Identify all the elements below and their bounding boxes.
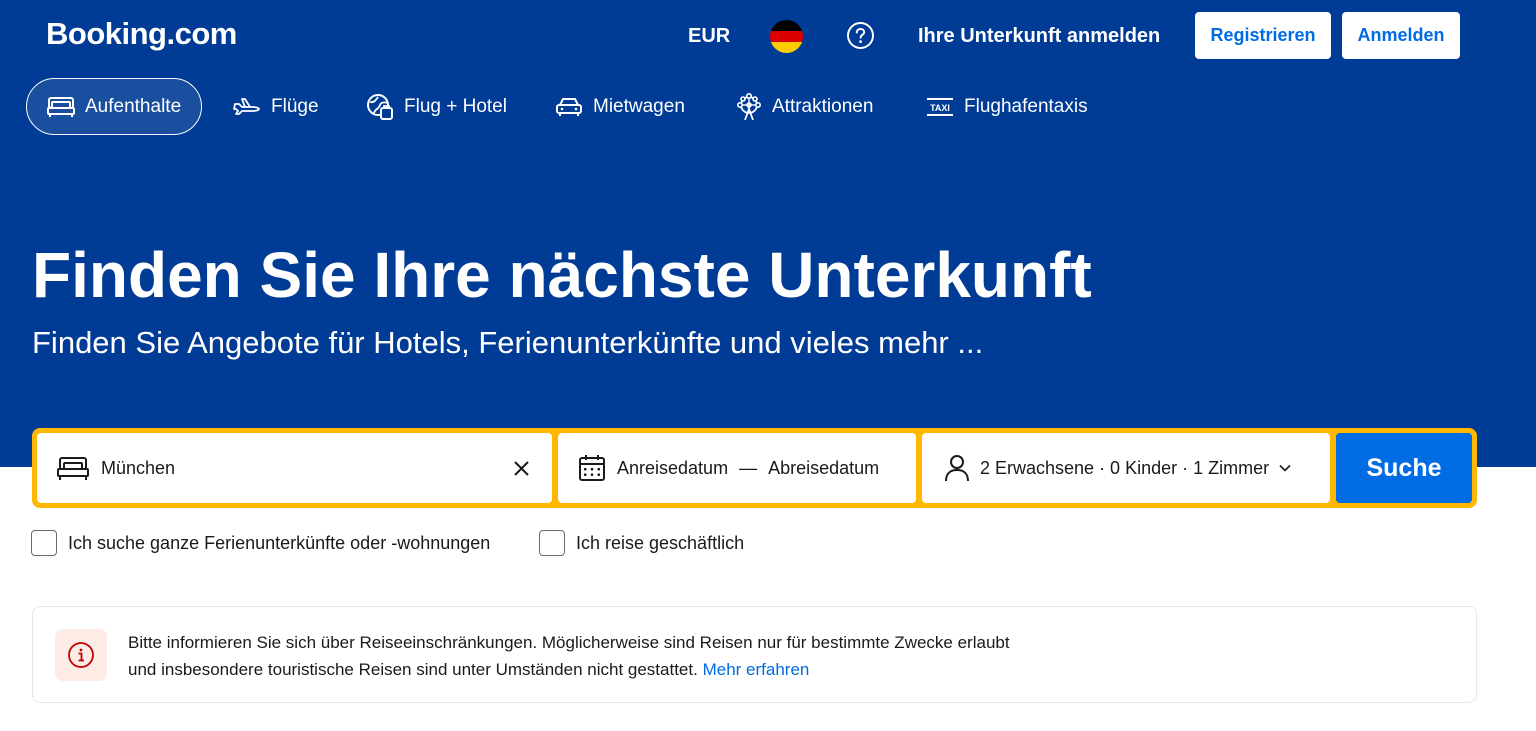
- business-label[interactable]: Ich reise geschäftlich: [576, 531, 744, 555]
- question-circle-icon[interactable]: [846, 21, 875, 50]
- date-separator: —: [739, 458, 758, 478]
- notice-line-1: Bitte informieren Sie sich über Reiseein…: [128, 633, 1010, 652]
- info-circle-icon: [68, 642, 94, 668]
- whole-homes-label[interactable]: Ich suche ganze Ferienunterkünfte oder -…: [68, 531, 490, 555]
- tab-flight-hotel[interactable]: Flug + Hotel: [346, 78, 527, 135]
- whole-homes-checkbox-row[interactable]: Ich suche ganze Ferienunterkünfte oder -…: [31, 529, 490, 557]
- notice-text: Bitte informieren Sie sich über Reiseein…: [128, 629, 1228, 683]
- page-title: Finden Sie Ihre nächste Unterkunft: [32, 239, 1092, 311]
- destination-field[interactable]: [37, 433, 552, 503]
- tab-car-rental-label: Mietwagen: [593, 95, 685, 117]
- guests-summary: 2 Erwachsene · 0 Kinder · 1 Zimmer: [980, 458, 1270, 478]
- sign-in-button[interactable]: Anmelden: [1342, 12, 1460, 59]
- plane-icon: [233, 97, 260, 115]
- calendar-icon: [579, 455, 605, 481]
- dates-field[interactable]: Anreisedatum — Abreisedatum: [558, 433, 916, 503]
- checkout-date[interactable]: Abreisedatum: [768, 456, 879, 480]
- taxi-icon: TAXI: [927, 97, 953, 116]
- tab-attractions-label: Attraktionen: [772, 95, 874, 117]
- tab-car-rental[interactable]: Mietwagen: [535, 78, 705, 135]
- tab-stays[interactable]: Aufenthalte: [26, 78, 203, 135]
- tab-flight-hotel-label: Flug + Hotel: [404, 95, 507, 117]
- register-button[interactable]: Registrieren: [1195, 12, 1331, 59]
- bed-icon: [57, 457, 89, 480]
- checkin-date[interactable]: Anreisedatum: [617, 456, 728, 480]
- svg-text:TAXI: TAXI: [930, 103, 950, 113]
- bed-icon: [47, 96, 75, 117]
- business-checkbox-row[interactable]: Ich reise geschäftlich: [539, 529, 744, 557]
- tab-stays-label: Aufenthalte: [85, 95, 182, 117]
- tab-attractions[interactable]: Attraktionen: [716, 78, 893, 135]
- hero-banner: [0, 0, 1536, 467]
- list-property-link[interactable]: Ihre Unterkunft anmelden: [918, 22, 1160, 50]
- travel-notice: Bitte informieren Sie sich über Reiseein…: [32, 606, 1477, 703]
- currency-selector[interactable]: EUR: [688, 22, 730, 50]
- page-subtitle: Finden Sie Angebote für Hotels, Ferienun…: [32, 325, 984, 360]
- tab-flights[interactable]: Flüge: [213, 78, 339, 135]
- business-checkbox[interactable]: [539, 530, 565, 556]
- notice-line-2: und insbesondere touristische Reisen sin…: [128, 660, 698, 679]
- globe-suitcase-icon: [367, 93, 393, 120]
- search-button[interactable]: Suche: [1336, 433, 1472, 503]
- tab-airport-taxis[interactable]: TAXI Flughafentaxis: [906, 78, 1108, 135]
- tab-airport-taxis-label: Flughafentaxis: [964, 95, 1088, 117]
- destination-input[interactable]: [101, 457, 481, 479]
- guests-field[interactable]: 2 Erwachsene · 0 Kinder · 1 Zimmer: [922, 433, 1330, 503]
- ferris-wheel-icon: [736, 92, 761, 120]
- close-icon[interactable]: [514, 461, 529, 476]
- tab-flights-label: Flüge: [271, 95, 319, 117]
- person-icon: [945, 455, 969, 482]
- car-icon: [556, 97, 582, 116]
- search-bar: Anreisedatum — Abreisedatum 2 Erwachsene…: [32, 428, 1477, 508]
- german-flag-icon[interactable]: [770, 20, 803, 53]
- learn-more-link[interactable]: Mehr erfahren: [703, 660, 810, 679]
- booking-logo[interactable]: Booking.com: [46, 14, 237, 54]
- whole-homes-checkbox[interactable]: [31, 530, 57, 556]
- notice-icon-badge: [55, 629, 107, 681]
- chevron-down-icon: [1279, 464, 1291, 472]
